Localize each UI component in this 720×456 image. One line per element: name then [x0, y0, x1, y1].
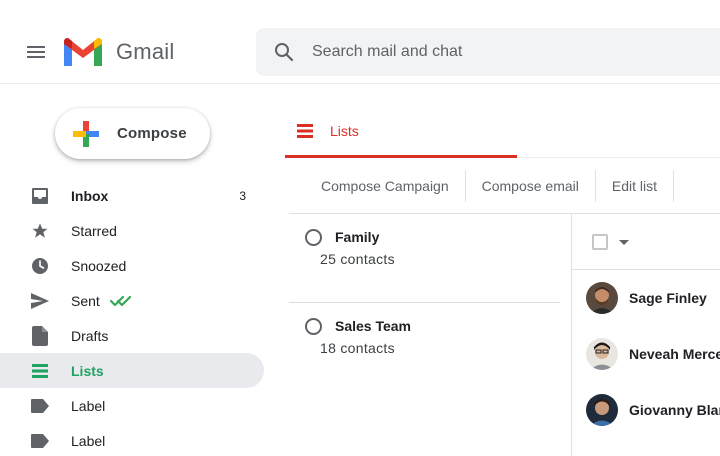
label-icon: [30, 396, 50, 416]
send-icon: [30, 291, 50, 311]
unread-count: 3: [239, 188, 246, 203]
contact-row[interactable]: Neveah Merce: [572, 326, 720, 382]
list-icon: [30, 361, 50, 381]
sidebar-item-lists[interactable]: Lists: [0, 353, 264, 388]
search-input[interactable]: [312, 43, 692, 61]
compose-plus-icon: [73, 120, 99, 147]
avatar: [586, 394, 618, 426]
label-icon: [30, 431, 50, 451]
search-bar[interactable]: [256, 28, 720, 76]
hamburger-menu-icon: [27, 46, 45, 58]
tab-label: Lists: [330, 122, 359, 139]
list-name: Sales Team: [335, 318, 412, 334]
sidebar-item-label: Snoozed: [71, 257, 127, 274]
contact-row[interactable]: Giovanny Blanc: [572, 382, 720, 438]
sidebar-item-snoozed[interactable]: Snoozed: [0, 248, 264, 283]
double-check-icon: [109, 295, 132, 307]
sidebar-item-label-2[interactable]: Label: [0, 423, 264, 456]
contact-name: Neveah Merce: [629, 346, 720, 362]
sidebar-item-label: Inbox: [71, 187, 109, 204]
sidebar-item-label: Sent: [71, 292, 100, 309]
list-item[interactable]: Sales Team 18 contacts: [289, 303, 560, 392]
compose-email-button[interactable]: Compose email: [466, 170, 596, 202]
list-toolbar: Compose Campaign Compose email Edit list: [289, 170, 675, 202]
main-menu-button[interactable]: [18, 34, 54, 70]
list-contact-count: 18 contacts: [320, 340, 395, 356]
list-radio-button[interactable]: [305, 318, 322, 335]
sidebar-item-label-1[interactable]: Label: [0, 388, 264, 423]
contacts-panel: Sage Finley Neveah Merce Giovanny Blanc: [572, 214, 720, 438]
select-all-checkbox[interactable]: [592, 234, 608, 250]
sidebar-item-label: Label: [71, 397, 106, 414]
gmail-m-icon: [64, 38, 102, 66]
draft-icon: [30, 325, 50, 346]
compose-button[interactable]: Compose: [55, 108, 210, 159]
list-radio-button[interactable]: [305, 229, 322, 246]
sidebar-item-label: Lists: [71, 362, 104, 379]
list-item[interactable]: Family 25 contacts: [289, 214, 560, 303]
sidebar-item-sent[interactable]: Sent: [0, 283, 264, 318]
avatar: [586, 338, 618, 370]
sidebar-item-starred[interactable]: Starred: [0, 213, 264, 248]
top-bar: Gmail: [0, 0, 720, 84]
contact-row[interactable]: Sage Finley: [572, 270, 720, 326]
sidebar-item-label: Drafts: [71, 327, 109, 344]
app-name: Gmail: [116, 39, 175, 64]
inbox-icon: [30, 186, 50, 206]
tab-lists[interactable]: Lists: [285, 106, 517, 158]
list-contact-count: 25 contacts: [320, 251, 395, 267]
clock-icon: [30, 256, 50, 276]
avatar: [586, 282, 618, 314]
sidebar-item-label: Label: [71, 432, 106, 449]
sidebar-nav: Inbox 3 Starred Snoozed Sent Drafts List…: [0, 178, 264, 456]
list-icon: [297, 123, 313, 138]
lists-panel: Family 25 contacts Sales Team 18 contact…: [289, 214, 560, 392]
search-icon[interactable]: [274, 41, 296, 63]
contacts-header: [572, 214, 720, 270]
tab-divider: [517, 157, 720, 158]
contact-name: Giovanny Blanc: [629, 402, 720, 418]
contact-name: Sage Finley: [629, 290, 707, 306]
edit-list-button[interactable]: Edit list: [596, 170, 675, 202]
compose-label: Compose: [117, 125, 187, 142]
sidebar-item-label: Starred: [71, 222, 117, 239]
sidebar-item-inbox[interactable]: Inbox 3: [0, 178, 264, 213]
compose-campaign-button[interactable]: Compose Campaign: [289, 170, 466, 202]
select-dropdown-caret-icon[interactable]: [619, 240, 629, 245]
star-icon: [30, 221, 50, 241]
gmail-logo[interactable]: Gmail: [64, 36, 174, 68]
list-name: Family: [335, 229, 380, 245]
sidebar-item-drafts[interactable]: Drafts: [0, 318, 264, 353]
